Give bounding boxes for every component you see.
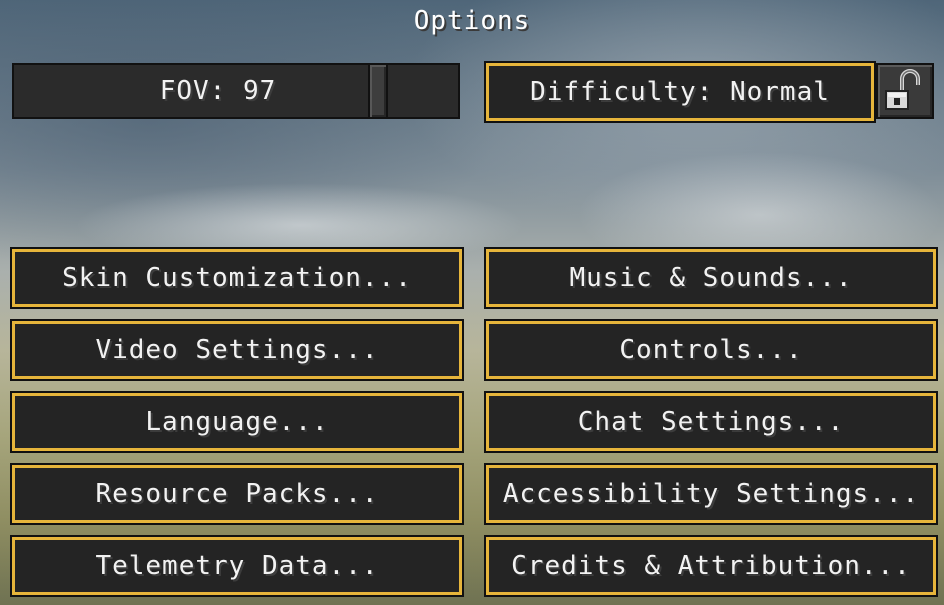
controls-button[interactable]: Controls... [484,319,938,381]
unlocked-padlock-icon [885,69,920,110]
accessibility-settings-button[interactable]: Accessibility Settings... [484,463,938,525]
skin-customization-button[interactable]: Skin Customization... [10,247,464,309]
chat-settings-button[interactable]: Chat Settings... [484,391,938,453]
difficulty-lock-button[interactable] [876,63,934,119]
language-button[interactable]: Language... [10,391,464,453]
resource-packs-button[interactable]: Resource Packs... [10,463,464,525]
credits-attribution-button[interactable]: Credits & Attribution... [484,535,938,597]
difficulty-button[interactable]: Difficulty: Normal [484,61,876,123]
video-settings-button[interactable]: Video Settings... [10,319,464,381]
music-sounds-button[interactable]: Music & Sounds... [484,247,938,309]
telemetry-data-button[interactable]: Telemetry Data... [10,535,464,597]
screen-title: Options [413,6,531,36]
fov-slider-label: FOV: 97 [159,76,277,106]
fov-slider[interactable]: FOV: 97 [12,63,460,119]
fov-slider-handle[interactable] [368,63,388,119]
